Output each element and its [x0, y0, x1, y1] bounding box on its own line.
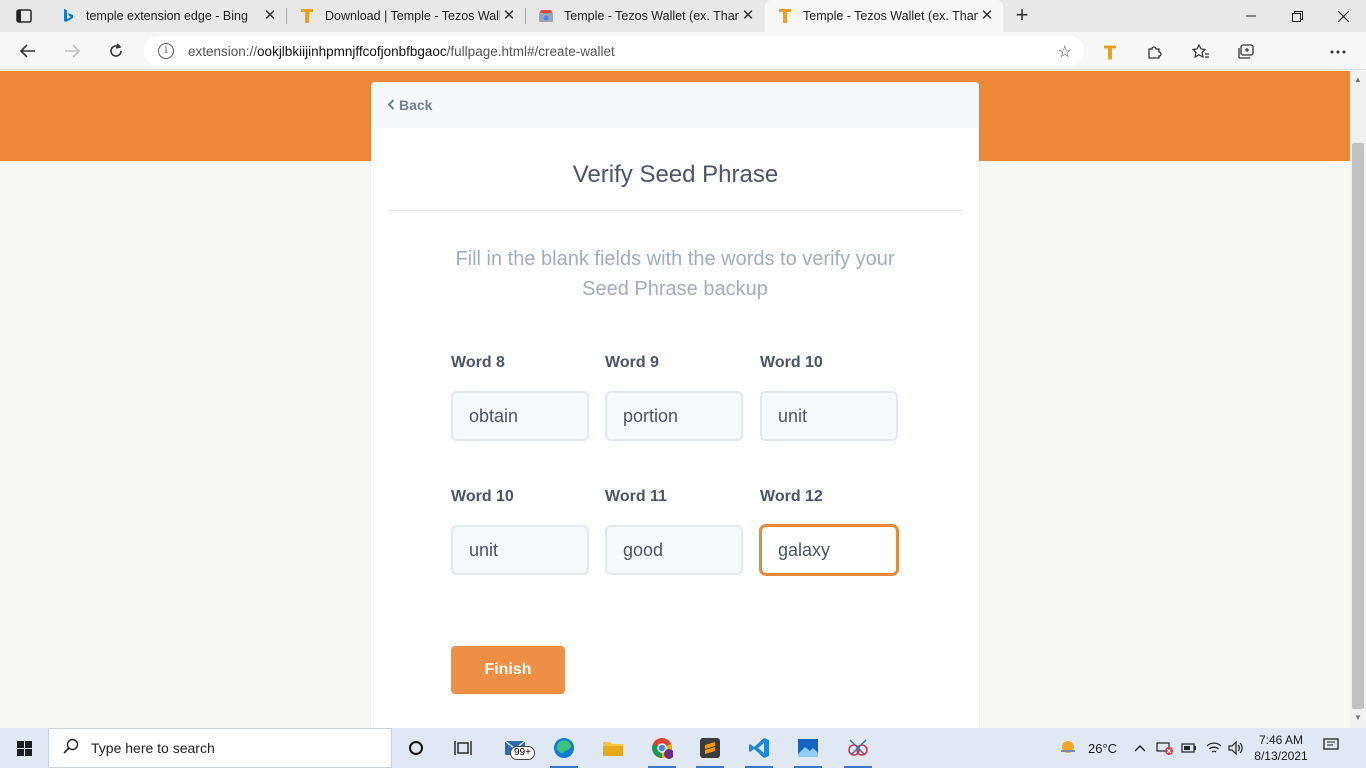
network-error-icon[interactable] [1156, 728, 1174, 768]
field-label: Word 9 [605, 354, 659, 371]
volume-icon[interactable] [1228, 728, 1244, 768]
site-info-icon[interactable]: i [158, 43, 174, 59]
wifi-icon[interactable] [1206, 728, 1222, 768]
extensions-puzzle-icon[interactable] [1143, 41, 1165, 63]
chrome-web-store-icon [538, 8, 554, 24]
forward-arrow-icon[interactable] [59, 39, 85, 63]
url-field[interactable]: i extension://ookjlbkiijinhpmnjffcofjonb… [144, 36, 1084, 66]
refresh-icon[interactable] [103, 39, 129, 63]
snipping-tool-icon[interactable] [838, 732, 878, 768]
tab-bar: temple extension edge - Bing ✕ Download … [0, 0, 1366, 32]
add-favorite-icon[interactable]: ☆ [1058, 42, 1072, 62]
notifications-icon[interactable] [1320, 738, 1342, 758]
word-10-input-second[interactable] [451, 525, 589, 575]
tab-temple-active[interactable]: Temple - Tezos Wallet (ex. Thano ✕ [765, 0, 1003, 32]
back-button[interactable]: Back [387, 97, 432, 113]
bing-icon [60, 8, 76, 24]
tab-title: temple extension edge - Bing [86, 9, 248, 23]
field-label: Word 11 [605, 488, 667, 505]
word-10-field: Word 10 [760, 354, 898, 441]
word-8-input[interactable] [451, 391, 589, 441]
tab-title: Temple - Tezos Wallet (ex. Thano [803, 9, 978, 23]
close-tab-icon[interactable]: ✕ [501, 8, 517, 24]
scroll-down-icon[interactable]: ▼ [1354, 713, 1362, 722]
tab-bing[interactable]: temple extension edge - Bing ✕ [48, 0, 287, 32]
close-window-button[interactable] [1320, 0, 1366, 32]
word-11-input[interactable] [605, 525, 743, 575]
field-label: Word 8 [451, 354, 505, 371]
word-10-input[interactable] [760, 391, 898, 441]
clock-date: 8/13/2021 [1254, 749, 1308, 763]
tab-temple-download[interactable]: Download | Temple - Tezos Walle ✕ [287, 0, 526, 32]
address-bar: i extension://ookjlbkiijinhpmnjffcofjonb… [0, 32, 1366, 94]
verify-seed-card: Back Verify Seed Phrase Fill in the blan… [371, 82, 979, 728]
url-text: extension://ookjlbkiijinhpmnjffcofjonbfb… [188, 43, 615, 59]
field-label: Word 10 [451, 488, 514, 505]
temple-extension-icon[interactable] [1099, 41, 1121, 63]
file-explorer-icon[interactable] [593, 732, 633, 764]
word-9-input[interactable] [605, 391, 743, 441]
chevron-left-icon [387, 97, 395, 113]
mail-badge: 99+ [510, 746, 535, 760]
page-scrollbar[interactable]: ▲ ▼ [1350, 71, 1366, 728]
word-11-field: Word 11 [605, 488, 743, 575]
temple-icon [299, 8, 315, 24]
word-8-field: Word 8 [451, 354, 589, 441]
instructions-text: Fill in the blank fields with the words … [455, 248, 895, 300]
page-content: Back Verify Seed Phrase Fill in the blan… [0, 71, 1350, 728]
back-arrow-icon[interactable] [15, 39, 41, 63]
mail-icon[interactable]: 99+ [496, 732, 536, 764]
word-12-input[interactable] [760, 525, 898, 575]
temple-icon [777, 8, 793, 24]
sublime-text-icon[interactable] [690, 732, 730, 768]
battery-icon[interactable] [1181, 728, 1197, 768]
show-hidden-icons[interactable] [1134, 728, 1146, 768]
photos-icon[interactable] [788, 732, 828, 768]
collections-icon[interactable] [1235, 41, 1257, 63]
cortana-icon[interactable] [396, 732, 436, 764]
minimize-button[interactable] [1228, 0, 1274, 32]
restore-button[interactable] [1274, 0, 1320, 32]
start-button[interactable] [0, 728, 48, 768]
taskbar-search[interactable]: Type here to search [48, 728, 392, 768]
scrollbar-thumb[interactable] [1352, 143, 1364, 709]
tab-title: Download | Temple - Tezos Walle [325, 9, 500, 23]
chrome-icon[interactable] [642, 732, 682, 768]
word-9-field: Word 9 [605, 354, 743, 441]
favorites-icon[interactable] [1190, 41, 1212, 63]
close-tab-icon[interactable]: ✕ [262, 8, 278, 24]
clock-time: 7:46 AM [1258, 733, 1304, 747]
scroll-up-icon[interactable]: ▲ [1354, 75, 1362, 84]
edge-browser-icon[interactable] [544, 732, 584, 768]
word-10-field-second: Word 10 [451, 488, 589, 575]
more-options-icon[interactable] [1327, 41, 1349, 63]
search-placeholder: Type here to search [91, 740, 215, 756]
card-header: Back [371, 82, 979, 128]
close-tab-icon[interactable]: ✕ [979, 8, 995, 24]
task-view-icon[interactable] [443, 732, 483, 764]
temperature: 26°C [1088, 740, 1118, 756]
page-title: Verify Seed Phrase [388, 128, 963, 211]
vscode-icon[interactable] [739, 732, 779, 768]
weather-widget[interactable]: 26°C [1058, 728, 1117, 768]
system-clock[interactable]: 7:46 AM 8/13/2021 [1248, 732, 1314, 764]
close-tab-icon[interactable]: ✕ [740, 8, 756, 24]
tab-title: Temple - Tezos Wallet (ex. Thano [564, 9, 739, 23]
search-icon [63, 738, 79, 759]
new-tab-button[interactable]: + [1010, 4, 1034, 28]
field-label: Word 10 [760, 354, 823, 371]
windows-logo-icon [16, 740, 32, 756]
windows-taskbar: Type here to search 99+ 26°C 7:46 AM 8/1… [0, 728, 1366, 768]
weather-sun-icon [1058, 738, 1078, 759]
tab-actions-icon[interactable] [10, 6, 38, 26]
finish-button[interactable]: Finish [451, 646, 565, 694]
back-label: Back [399, 97, 433, 113]
tab-temple-store[interactable]: Temple - Tezos Wallet (ex. Thano ✕ [526, 0, 764, 32]
field-label: Word 12 [760, 488, 823, 505]
word-12-field: Word 12 [760, 488, 898, 575]
